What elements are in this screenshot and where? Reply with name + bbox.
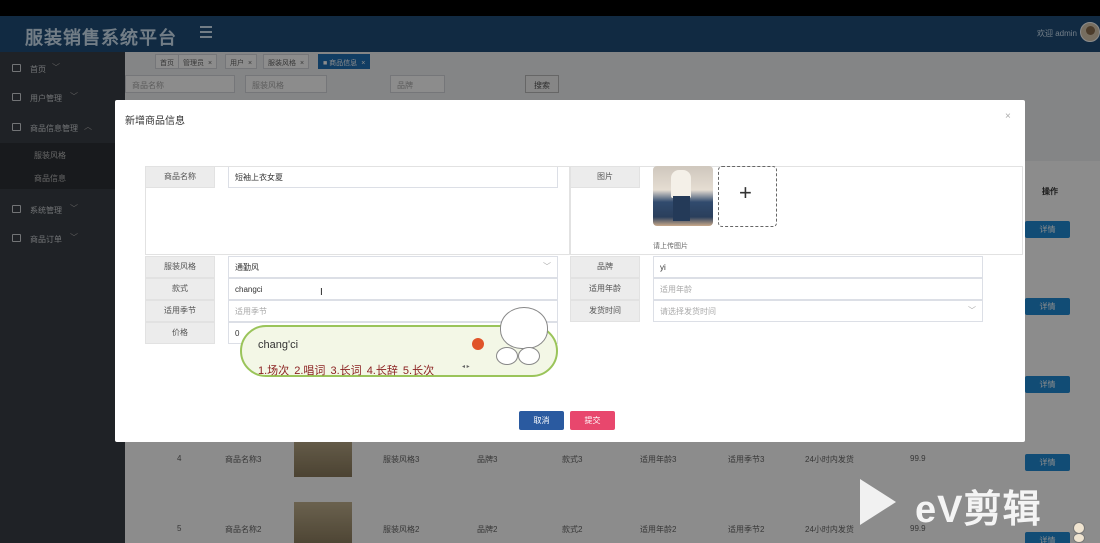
season-label: 适用季节 [145,300,215,322]
ime-candidate-window: chang'ci 1.场次 2.唱词 3.长词 4.长辞 5.长次 ◂ ▸ [240,307,558,378]
style-label: 服装风格 [145,256,215,278]
name-input[interactable]: 短袖上衣女夏 [228,166,558,188]
ime-candidates[interactable]: 1.场次 2.唱词 3.长词 4.长辞 5.长次 [258,362,434,378]
submit-button[interactable]: 提交 [570,411,615,430]
ime-pager[interactable]: ◂ ▸ [462,363,470,370]
mascot-icon [518,347,540,365]
age-label: 适用年龄 [570,278,640,300]
plus-icon: + [739,180,752,205]
play-icon [860,479,896,525]
style-select[interactable]: 通勤风 ﹀ [228,256,558,278]
brand-input[interactable]: yi [653,256,983,278]
model-label: 款式 [145,278,215,300]
chevron-down-icon: ﹀ [968,306,976,315]
image-label: 图片 [570,166,640,188]
mascot-icon [496,347,518,365]
ship-label: 发货时间 [570,300,640,322]
watermark-logo: eV剪辑 [855,475,1070,531]
ship-select[interactable]: 请选择发货时间 ﹀ [653,300,983,322]
style-value: 通勤风 [235,263,259,272]
watermark-text: eV剪辑 [915,489,1042,531]
ship-placeholder: 请选择发货时间 [660,307,716,316]
model-input[interactable]: changci [228,278,558,300]
chevron-down-icon: ﹀ [543,262,551,271]
close-icon[interactable]: × [1005,111,1011,122]
recorder-icon [1073,533,1085,543]
age-input[interactable]: 适用年龄 [653,278,983,300]
cancel-button[interactable]: 取消 [519,411,564,430]
upload-hint: 请上传图片 [653,243,688,250]
ime-logo-icon [472,338,484,350]
brand-label: 品牌 [570,256,640,278]
mascot-icon [500,307,548,349]
dialog-title: 新增商品信息 [125,116,185,127]
uploaded-photo[interactable] [653,166,713,226]
ime-composition: chang'ci [258,339,299,351]
text-cursor-icon: Ι [320,287,323,298]
add-product-dialog: 新增商品信息 × 商品名称 短袖上衣女夏 图片 + 请上传图片 服装风格 通勤风… [115,100,1025,442]
name-label: 商品名称 [145,166,215,188]
price-label: 价格 [145,322,215,344]
upload-image-button[interactable]: + [718,166,777,227]
